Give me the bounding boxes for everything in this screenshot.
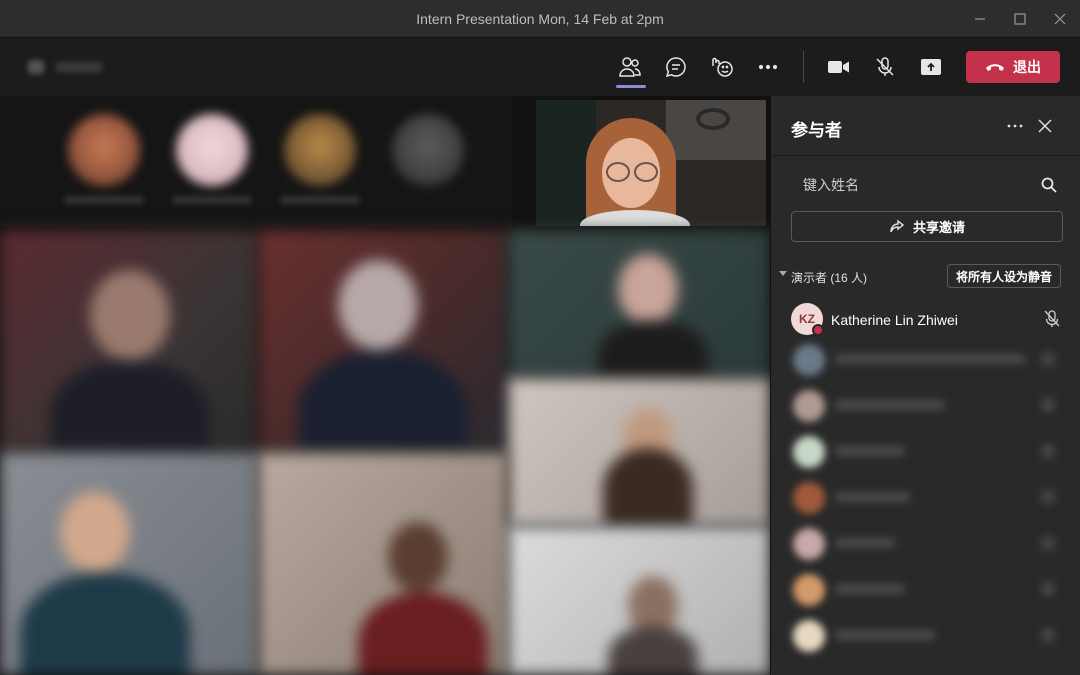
window-title: Intern Presentation Mon, 14 Feb at 2pm: [416, 10, 664, 27]
share-screen-icon: [921, 59, 941, 75]
panel-more-button[interactable]: [1003, 114, 1027, 138]
chat-icon: [665, 57, 686, 78]
close-icon: [1038, 119, 1052, 133]
close-icon: [1054, 13, 1066, 25]
audio-participants-row: [0, 96, 512, 226]
list-item[interactable]: [781, 432, 1077, 472]
list-item[interactable]: [781, 616, 1077, 656]
camera-button[interactable]: [816, 44, 862, 90]
leave-button[interactable]: 退出: [966, 51, 1060, 83]
participant-avatar[interactable]: [68, 114, 140, 186]
share-invite-button[interactable]: 共享邀请: [791, 211, 1063, 242]
presenters-section-label: 演示者 (16 人): [791, 271, 868, 285]
mute-all-label: 将所有人设为静音: [955, 269, 1052, 284]
search-input[interactable]: [791, 177, 1035, 193]
list-item[interactable]: [781, 570, 1077, 610]
close-window-button[interactable]: [1040, 0, 1080, 38]
people-icon: [619, 57, 641, 77]
maximize-icon: [1014, 13, 1026, 25]
participant-video-tile[interactable]: [258, 230, 508, 452]
participant-video-tile[interactable]: [508, 378, 770, 526]
meeting-toolbar: 退出: [0, 38, 1080, 96]
participants-button[interactable]: [607, 44, 653, 90]
video-stage: [0, 96, 770, 675]
more-icon: [1007, 124, 1023, 128]
panel-close-button[interactable]: [1033, 114, 1057, 138]
chat-button[interactable]: [653, 44, 699, 90]
participant-video-tile[interactable]: [508, 230, 770, 378]
window-controls: [960, 0, 1080, 38]
microphone-button[interactable]: [862, 44, 908, 90]
participant-name-blurred: [280, 196, 360, 204]
list-item[interactable]: [781, 386, 1077, 426]
more-icon: [758, 64, 778, 70]
maximize-button[interactable]: [1000, 0, 1040, 38]
share-invite-label: 共享邀请: [912, 220, 965, 235]
self-video-tile[interactable]: [536, 100, 766, 226]
participant-avatar[interactable]: [176, 114, 248, 186]
leave-label: 退出: [1013, 59, 1041, 75]
meeting-timer-blurred: [22, 56, 112, 76]
avatar-initials: KZ: [799, 312, 815, 326]
camera-icon: [828, 61, 849, 73]
participant-mic-status: [1041, 308, 1063, 330]
presenters-section[interactable]: 演示者 (16 人) 将所有人设为静音: [771, 262, 1080, 290]
mic-off-icon: [876, 57, 894, 76]
hang-up-icon: [986, 64, 1004, 71]
mute-all-button[interactable]: 将所有人设为静音: [947, 264, 1061, 288]
participant-name-blurred: [64, 196, 144, 204]
reactions-icon: [712, 57, 733, 77]
participant-avatar[interactable]: [284, 114, 356, 186]
participant-search: [791, 168, 1063, 202]
minimize-icon: [975, 18, 985, 20]
search-icon: [1041, 177, 1057, 193]
participant-list-blurred: [781, 340, 1077, 675]
chevron-down-icon: [779, 271, 787, 276]
participants-panel: 参与者 共享邀请 演示者 (16 人) 将所有人设为静音: [770, 96, 1080, 675]
share-screen-button[interactable]: [908, 44, 954, 90]
participant-row[interactable]: KZ Katherine Lin Zhiwei: [771, 302, 1080, 336]
participant-video-tile[interactable]: [0, 452, 258, 675]
panel-title: 参与者: [791, 121, 842, 140]
participant-video-tile[interactable]: [508, 526, 770, 675]
mic-off-icon: [1044, 310, 1060, 327]
reactions-button[interactable]: [699, 44, 745, 90]
meeting-controls: 退出: [607, 38, 1060, 96]
participant-video-tile[interactable]: [258, 452, 508, 675]
panel-header: 参与者: [771, 96, 1080, 156]
participant-video-tile[interactable]: [0, 230, 258, 452]
window-title-bar: Intern Presentation Mon, 14 Feb at 2pm: [0, 0, 1080, 38]
presence-status-dot: [812, 324, 824, 336]
minimize-button[interactable]: [960, 0, 1000, 38]
list-item[interactable]: [781, 478, 1077, 518]
more-actions-button[interactable]: [745, 44, 791, 90]
participant-avatar[interactable]: [392, 114, 464, 186]
participant-name-blurred: [172, 196, 252, 204]
list-item[interactable]: [781, 340, 1077, 380]
participant-name: Katherine Lin Zhiwei: [831, 312, 958, 328]
share-icon: [890, 219, 905, 232]
list-item[interactable]: [781, 524, 1077, 564]
toolbar-divider: [803, 51, 804, 83]
search-button[interactable]: [1035, 171, 1063, 199]
